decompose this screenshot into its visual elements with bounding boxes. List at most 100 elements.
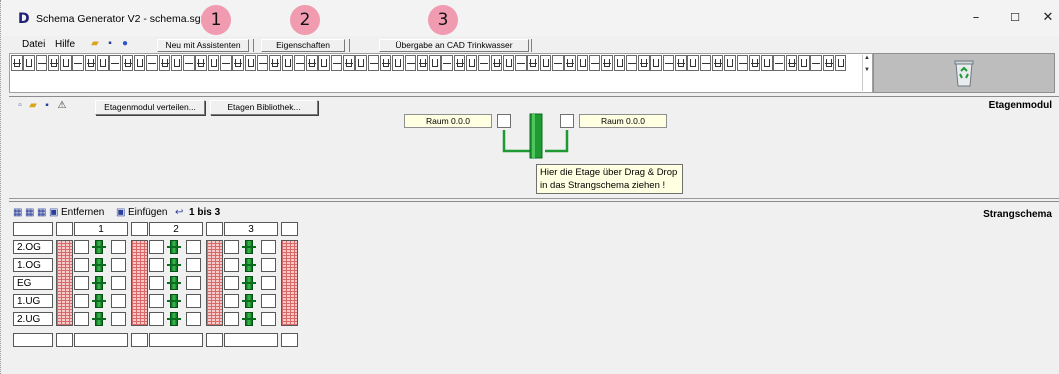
save-disk-icon[interactable]: ▪	[104, 38, 116, 50]
module-slot-right[interactable]	[261, 240, 276, 254]
symbol-tool-button[interactable]	[220, 55, 232, 71]
symbol-tool-button[interactable]	[810, 55, 822, 71]
entfernen-label[interactable]: Entfernen	[61, 207, 104, 218]
symbol-tool-button[interactable]	[306, 55, 318, 71]
floor-module-pipe[interactable]	[499, 112, 579, 162]
bottom-column-cell[interactable]	[149, 333, 203, 347]
symbol-tool-button[interactable]	[465, 55, 478, 71]
column-header[interactable]: 2	[149, 222, 203, 236]
symbol-tool-button[interactable]	[650, 55, 662, 71]
symbol-tool-button[interactable]	[515, 55, 527, 71]
symbol-tool-button[interactable]	[281, 55, 294, 71]
symbol-tool-button[interactable]	[711, 55, 724, 71]
symbol-tool-button[interactable]	[195, 55, 207, 71]
symbol-tool-button[interactable]	[502, 55, 515, 71]
module-slot-left[interactable]	[149, 312, 164, 326]
floor-label[interactable]: 2.UG	[13, 312, 53, 326]
symbol-tool-button[interactable]	[564, 55, 576, 71]
symbol-tool-button[interactable]	[822, 55, 835, 71]
module-slot-left[interactable]	[74, 312, 89, 326]
symbol-tool-button[interactable]	[158, 55, 171, 71]
symbol-tool-button[interactable]	[613, 55, 626, 71]
symbol-tool-button[interactable]	[404, 55, 416, 71]
remove-icon[interactable]: ▣	[49, 207, 58, 218]
module-slot-right[interactable]	[186, 294, 201, 308]
symbol-tool-button[interactable]	[35, 55, 48, 71]
recycle-area[interactable]	[873, 53, 1055, 93]
module-slot-left[interactable]	[224, 312, 239, 326]
module-slot-right[interactable]	[186, 240, 201, 254]
symbol-tool-button[interactable]	[109, 55, 121, 71]
module-slot-left[interactable]	[74, 294, 89, 308]
symbol-tool-button[interactable]	[23, 55, 35, 71]
module-slot-left[interactable]	[149, 276, 164, 290]
module-slot-right[interactable]	[186, 258, 201, 272]
floor-label[interactable]: EG	[13, 276, 53, 290]
symbol-tool-button[interactable]	[318, 55, 330, 71]
symbol-tool-button[interactable]	[72, 55, 84, 71]
symbol-tool-button[interactable]	[146, 55, 158, 71]
symbol-tool-button[interactable]	[588, 55, 601, 71]
floor-label[interactable]: 1.UG	[13, 294, 53, 308]
symbol-tool-button[interactable]	[269, 55, 281, 71]
column-header[interactable]: 1	[74, 222, 128, 236]
symbol-tool-button[interactable]	[785, 55, 798, 71]
symbol-tool-button[interactable]	[429, 55, 441, 71]
open-folder-icon[interactable]: ▰	[89, 38, 101, 50]
symbol-tool-button[interactable]	[490, 55, 503, 71]
new-file-icon[interactable]: ▫	[14, 100, 26, 112]
toolbar-scrollbar[interactable]: ▲ ▼	[862, 55, 871, 91]
module-slot-right[interactable]	[186, 312, 201, 326]
symbol-tool-button[interactable]	[453, 55, 466, 71]
symbol-tool-button[interactable]	[207, 55, 220, 71]
symbol-tool-button[interactable]	[675, 55, 687, 71]
symbol-tool-button[interactable]	[539, 55, 552, 71]
uebergabe-cad-button[interactable]: Übergabe an CAD Trinkwasser	[379, 39, 529, 52]
symbol-tool-button[interactable]	[834, 55, 847, 71]
minimize-button[interactable]: –	[961, 8, 991, 28]
symbol-tool-button[interactable]	[638, 55, 650, 71]
module-slot-left[interactable]	[149, 294, 164, 308]
module-slot-left[interactable]	[224, 258, 239, 272]
bottom-column-cell[interactable]	[74, 333, 128, 347]
symbol-tool-button[interactable]	[133, 55, 146, 71]
symbol-tool-button[interactable]	[416, 55, 429, 71]
raum-label-right[interactable]: Raum 0.0.0	[579, 114, 667, 128]
grid-icon[interactable]: ▦	[37, 207, 46, 218]
symbol-tool-button[interactable]	[343, 55, 355, 71]
einfuegen-label[interactable]: Einfügen	[128, 207, 167, 218]
symbol-tool-button[interactable]	[576, 55, 589, 71]
symbol-tool-button[interactable]	[761, 55, 773, 71]
module-slot-right[interactable]	[261, 312, 276, 326]
symbol-tool-button[interactable]	[478, 55, 490, 71]
module-slot-right[interactable]	[111, 240, 126, 254]
symbol-tool-button[interactable]	[60, 55, 72, 71]
symbol-tool-button[interactable]	[736, 55, 749, 71]
symbol-tool-button[interactable]	[183, 55, 195, 71]
symbol-tool-button[interactable]	[748, 55, 761, 71]
insert-icon[interactable]: ▣	[116, 207, 125, 218]
module-slot-left[interactable]	[74, 258, 89, 272]
module-slot-left[interactable]	[74, 276, 89, 290]
module-slot-right[interactable]	[261, 258, 276, 272]
module-slot-left[interactable]	[149, 240, 164, 254]
module-slot-right[interactable]	[111, 294, 126, 308]
symbol-tool-button[interactable]	[798, 55, 810, 71]
module-slot-right[interactable]	[261, 276, 276, 290]
menu-hilfe[interactable]: Hilfe	[55, 39, 75, 50]
etagen-bibliothek-button[interactable]: Etagen Bibliothek...	[210, 100, 318, 115]
bottom-column-cell[interactable]	[224, 333, 278, 347]
symbol-tool-button[interactable]	[773, 55, 785, 71]
etagenmodul-scrollbar[interactable]	[9, 196, 1059, 199]
symbol-tool-button[interactable]	[527, 55, 539, 71]
symbol-tool-button[interactable]	[724, 55, 736, 71]
symbol-tool-button[interactable]	[232, 55, 244, 71]
symbol-tool-button[interactable]	[441, 55, 453, 71]
neu-mit-assistenten-button[interactable]: Neu mit Assistenten	[157, 39, 249, 52]
add-column-icon[interactable]: ▦	[13, 207, 22, 218]
symbol-tool-button[interactable]	[367, 55, 380, 71]
raum-label-left[interactable]: Raum 0.0.0	[404, 114, 492, 128]
open-folder-icon[interactable]: ▰	[27, 100, 39, 112]
symbol-tool-button[interactable]	[293, 55, 306, 71]
symbol-tool-button[interactable]	[392, 55, 404, 71]
